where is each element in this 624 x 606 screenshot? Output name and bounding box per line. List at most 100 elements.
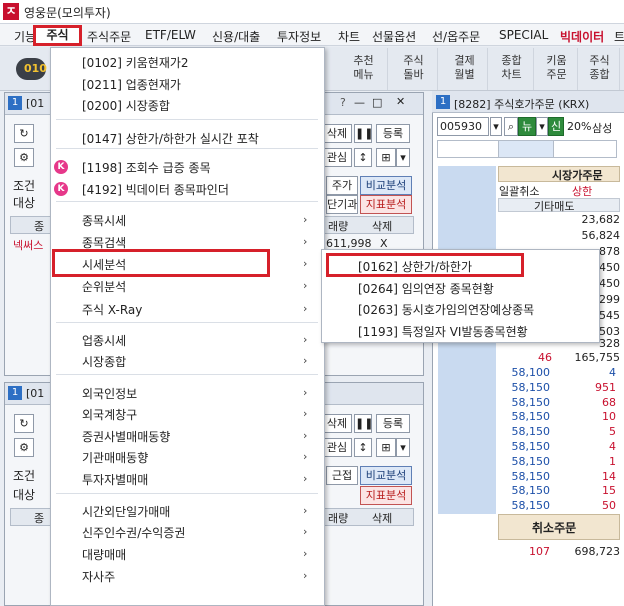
price-row[interactable]: 58,150 14	[504, 470, 620, 485]
toolbar-chart-button[interactable]: 종합 차트	[490, 48, 534, 90]
maximize-icon[interactable]: □	[372, 96, 382, 109]
pause-icon[interactable]: ❚❚	[354, 124, 373, 143]
price-row[interactable]: 58,150 50	[504, 499, 620, 514]
price-row[interactable]: 58,150 4	[504, 440, 620, 455]
dropdown-item[interactable]: 순위분석	[82, 278, 126, 295]
delete-button[interactable]: 삭제	[322, 124, 352, 143]
register-button[interactable]: 등록	[376, 414, 410, 433]
near-button[interactable]: 근접	[326, 466, 358, 485]
dropdown-item[interactable]: 업종시세	[82, 332, 126, 349]
indicator-analysis-button[interactable]: 지표분석	[360, 195, 412, 214]
pause-icon[interactable]: ❚❚	[354, 414, 373, 433]
account-pill[interactable]: 010	[16, 58, 47, 80]
dropdown-item[interactable]: [0102] 키움현재가2	[82, 54, 189, 71]
chevron-down-icon[interactable]: ▾	[396, 148, 410, 167]
dropdown-item[interactable]: [4192] 빅데이터 종목파인더	[82, 181, 229, 198]
column-header-delete: 삭제	[372, 220, 393, 233]
submenu-item-0264[interactable]: [0264] 임의연장 종목현황	[358, 280, 494, 297]
price-row[interactable]: 58,150 1	[504, 455, 620, 470]
menu-futures-order[interactable]: 선/옵주문	[432, 28, 480, 45]
app-title: 영웅문(모의투자)	[24, 6, 111, 20]
row-qty: 5	[609, 425, 616, 438]
interest-button[interactable]: 관심	[322, 438, 352, 457]
chevron-down-icon[interactable]: ▾	[490, 117, 502, 136]
price-row[interactable]: 58,150 68	[504, 396, 620, 411]
dropdown-item[interactable]: [0211] 업종현재가	[82, 76, 181, 93]
gear-icon[interactable]: ⚙	[14, 438, 34, 457]
sort-icon[interactable]: ↕	[354, 148, 372, 167]
submenu-item-0263[interactable]: [0263] 동시호가임의연장예상종목	[358, 301, 534, 318]
dropdown-item[interactable]: 시간외단일가매매	[82, 503, 170, 520]
interest-button[interactable]: 관심	[322, 148, 352, 167]
ask-row-background	[438, 396, 496, 411]
compare-analysis-button[interactable]: 비교분석	[360, 176, 412, 195]
order-type-field[interactable]	[498, 140, 554, 158]
dropdown-item[interactable]: 자사주	[82, 568, 115, 585]
dropdown-item[interactable]: 투자자별매매	[82, 471, 148, 488]
minimize-icon[interactable]: —	[354, 96, 365, 109]
dropdown-item[interactable]: 기관매매동향	[82, 449, 148, 466]
gear-icon[interactable]: ⚙	[14, 148, 34, 167]
dropdown-item[interactable]: 증권사별매매동향	[82, 428, 170, 445]
price-row[interactable]: 58,100 4	[504, 366, 620, 381]
row-price: 58,150	[511, 425, 551, 438]
menu-more[interactable]: 트	[614, 28, 624, 45]
delete-button[interactable]: 삭제	[322, 414, 352, 433]
stock-code-input[interactable]: 005930	[437, 117, 489, 136]
price-row[interactable]: 58,150 5	[504, 425, 620, 440]
menu-futures-options[interactable]: 선물옵션	[372, 28, 416, 45]
grid-icon[interactable]: ⊞	[376, 148, 396, 167]
window-code: [01	[26, 387, 45, 400]
toolbar-kiwoom-order-button[interactable]: 키움 주문	[536, 48, 578, 90]
menu-stock[interactable]: 주식	[33, 25, 82, 46]
price-row[interactable]: 58,150 951	[504, 381, 620, 396]
menu-separator	[56, 493, 318, 494]
refresh-icon[interactable]: ↻	[14, 124, 34, 143]
grid-icon[interactable]: ⊞	[376, 438, 396, 457]
dropdown-item[interactable]: 신주인수권/수익증권	[82, 524, 185, 541]
toolbar-recommend-menu-button[interactable]: 추천 메뉴	[340, 48, 388, 90]
sort-icon[interactable]: ↕	[354, 438, 372, 457]
price-row[interactable]: 58,150 10	[504, 410, 620, 425]
menu-credit-loan[interactable]: 신용/대출	[212, 28, 260, 45]
search-icon[interactable]: ⌕	[504, 117, 518, 136]
menu-bigdata[interactable]: 빅데이터	[560, 28, 604, 45]
menu-chart[interactable]: 차트	[338, 28, 360, 45]
dropdown-item[interactable]: 외국인정보	[82, 385, 137, 402]
dropdown-item[interactable]: 종목시세	[82, 212, 126, 229]
register-button[interactable]: 등록	[376, 124, 410, 143]
dropdown-item[interactable]: 주식 X-Ray	[82, 301, 142, 318]
row-price: 58,150	[511, 410, 551, 423]
compare-analysis-button[interactable]: 비교분석	[360, 466, 412, 485]
dropdown-item[interactable]: 시장종합	[82, 353, 126, 370]
cancel-all-label[interactable]: 일괄취소	[499, 183, 539, 199]
close-icon[interactable]: ✕	[396, 95, 405, 108]
menu-invest-info[interactable]: 투자정보	[277, 28, 321, 45]
price-row[interactable]: 58,150 15	[504, 484, 620, 499]
credit-button[interactable]: 신	[548, 117, 564, 136]
menu-etf-elw[interactable]: ETF/ELW	[145, 28, 196, 42]
short-term-button[interactable]: 단기과	[326, 195, 358, 214]
menu-special[interactable]: SPECIAL	[499, 28, 548, 42]
row-qty: 68	[602, 396, 616, 409]
dropdown-item[interactable]: 대량매매	[82, 546, 126, 563]
chevron-down-icon[interactable]: ▾	[396, 438, 410, 457]
submenu-item-1193[interactable]: [1193] 특정일자 VI발동종목현황	[358, 323, 528, 340]
dropdown-item[interactable]: [0200] 시장종합	[82, 97, 170, 114]
add-price-button[interactable]: 주가	[326, 176, 358, 195]
menu-stock-order[interactable]: 주식주문	[87, 28, 131, 45]
dropdown-item[interactable]: [0147] 상한가/하한가 실시간 포착	[82, 130, 259, 147]
help-icon[interactable]: ?	[340, 96, 346, 109]
submenu-item-0162[interactable]: [0162] 상한가/하한가	[358, 258, 472, 275]
dropdown-item[interactable]: 외국계창구	[82, 406, 137, 423]
new-button[interactable]: 뉴	[518, 117, 536, 136]
indicator-analysis-button[interactable]: 지표분석	[360, 486, 412, 505]
ask-row-background	[438, 366, 496, 381]
chevron-down-icon[interactable]: ▾	[536, 117, 548, 136]
toolbar-stock-total-button[interactable]: 주식 종합	[580, 48, 620, 90]
refresh-icon[interactable]: ↻	[14, 414, 34, 433]
toolbar-settlement-button[interactable]: 결제 월별	[442, 48, 488, 90]
table-row-name[interactable]: 넥써스	[13, 237, 43, 253]
toolbar-stock-toolbar-button[interactable]: 주식 돌바	[390, 48, 438, 90]
dropdown-item[interactable]: [1198] 조회수 급증 종목	[82, 159, 211, 176]
